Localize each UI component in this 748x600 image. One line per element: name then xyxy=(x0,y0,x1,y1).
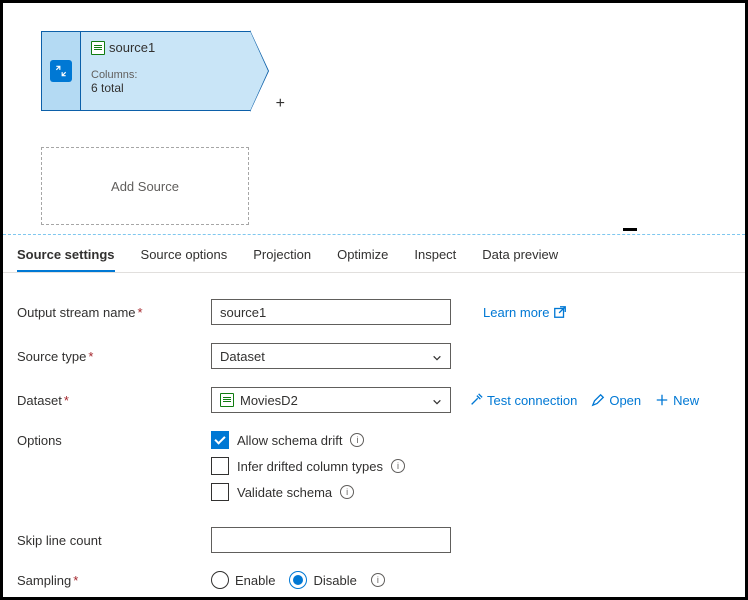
add-step-button[interactable]: + xyxy=(276,95,285,113)
skip-line-count-label: Skip line count xyxy=(17,533,102,548)
tab-optimize[interactable]: Optimize xyxy=(337,245,388,272)
sampling-enable-radio[interactable]: Enable xyxy=(211,571,275,589)
open-dataset-button[interactable]: Open xyxy=(591,393,641,408)
validate-schema-checkbox[interactable] xyxy=(211,483,229,501)
node-title: source1 xyxy=(109,40,155,55)
open-label: Open xyxy=(609,393,641,408)
dataset-file-icon xyxy=(220,393,234,407)
required-indicator: * xyxy=(64,393,69,408)
infer-drifted-types-label: Infer drifted column types xyxy=(237,459,383,474)
required-indicator: * xyxy=(88,349,93,364)
add-source-button[interactable]: Add Source xyxy=(41,147,249,225)
info-icon[interactable]: i xyxy=(371,573,385,587)
sampling-disable-label: Disable xyxy=(313,573,356,588)
dataflow-canvas[interactable]: source1 Columns: 6 total + Add Source xyxy=(3,3,745,235)
required-indicator: * xyxy=(138,305,143,320)
node-column-count: 6 total xyxy=(91,81,240,95)
chevron-down-icon xyxy=(432,351,442,361)
tab-source-options[interactable]: Source options xyxy=(141,245,228,272)
info-icon[interactable]: i xyxy=(350,433,364,447)
source-type-value: Dataset xyxy=(220,349,265,364)
settings-tabs: Source settings Source options Projectio… xyxy=(3,235,745,273)
infer-drifted-types-checkbox[interactable] xyxy=(211,457,229,475)
new-dataset-button[interactable]: New xyxy=(655,393,699,408)
source-type-select[interactable]: Dataset xyxy=(211,343,451,369)
tab-source-settings[interactable]: Source settings xyxy=(17,245,115,272)
tab-data-preview[interactable]: Data preview xyxy=(482,245,558,272)
learn-more-link[interactable]: Learn more xyxy=(483,305,567,320)
external-link-icon xyxy=(553,305,567,319)
allow-schema-drift-label: Allow schema drift xyxy=(237,433,342,448)
info-icon[interactable]: i xyxy=(340,485,354,499)
plus-icon xyxy=(655,393,669,407)
learn-more-label: Learn more xyxy=(483,305,549,320)
output-stream-name-input[interactable] xyxy=(211,299,451,325)
new-label: New xyxy=(673,393,699,408)
validate-schema-label: Validate schema xyxy=(237,485,332,500)
required-indicator: * xyxy=(73,573,78,588)
dataset-label: Dataset xyxy=(17,393,62,408)
source-node[interactable]: source1 Columns: 6 total + xyxy=(41,31,251,111)
node-body[interactable]: source1 Columns: 6 total xyxy=(81,31,251,111)
node-handle[interactable] xyxy=(41,31,81,111)
tab-inspect[interactable]: Inspect xyxy=(414,245,456,272)
radio-dot xyxy=(289,571,307,589)
skip-line-count-input[interactable] xyxy=(211,527,451,553)
tab-projection[interactable]: Projection xyxy=(253,245,311,272)
panel-collapse-handle[interactable] xyxy=(623,228,637,231)
source-type-label: Source type xyxy=(17,349,86,364)
chevron-down-icon xyxy=(432,395,442,405)
radio-dot xyxy=(211,571,229,589)
test-connection-button[interactable]: Test connection xyxy=(469,393,577,408)
sampling-disable-radio[interactable]: Disable xyxy=(289,571,356,589)
source-settings-form: Output stream name* Learn more Source ty… xyxy=(3,273,745,600)
allow-schema-drift-checkbox[interactable] xyxy=(211,431,229,449)
output-stream-name-label: Output stream name xyxy=(17,305,136,320)
test-connection-icon xyxy=(469,393,483,407)
dataset-file-icon xyxy=(91,41,105,55)
info-icon[interactable]: i xyxy=(391,459,405,473)
dataset-value: MoviesD2 xyxy=(240,393,298,408)
add-source-label: Add Source xyxy=(111,179,179,194)
options-label: Options xyxy=(17,433,62,448)
source-step-icon xyxy=(50,60,72,82)
sampling-enable-label: Enable xyxy=(235,573,275,588)
node-arrow xyxy=(250,31,268,111)
dataset-select[interactable]: MoviesD2 xyxy=(211,387,451,413)
test-connection-label: Test connection xyxy=(487,393,577,408)
sampling-label: Sampling xyxy=(17,573,71,588)
node-subtitle: Columns: xyxy=(91,69,240,81)
edit-icon xyxy=(591,393,605,407)
